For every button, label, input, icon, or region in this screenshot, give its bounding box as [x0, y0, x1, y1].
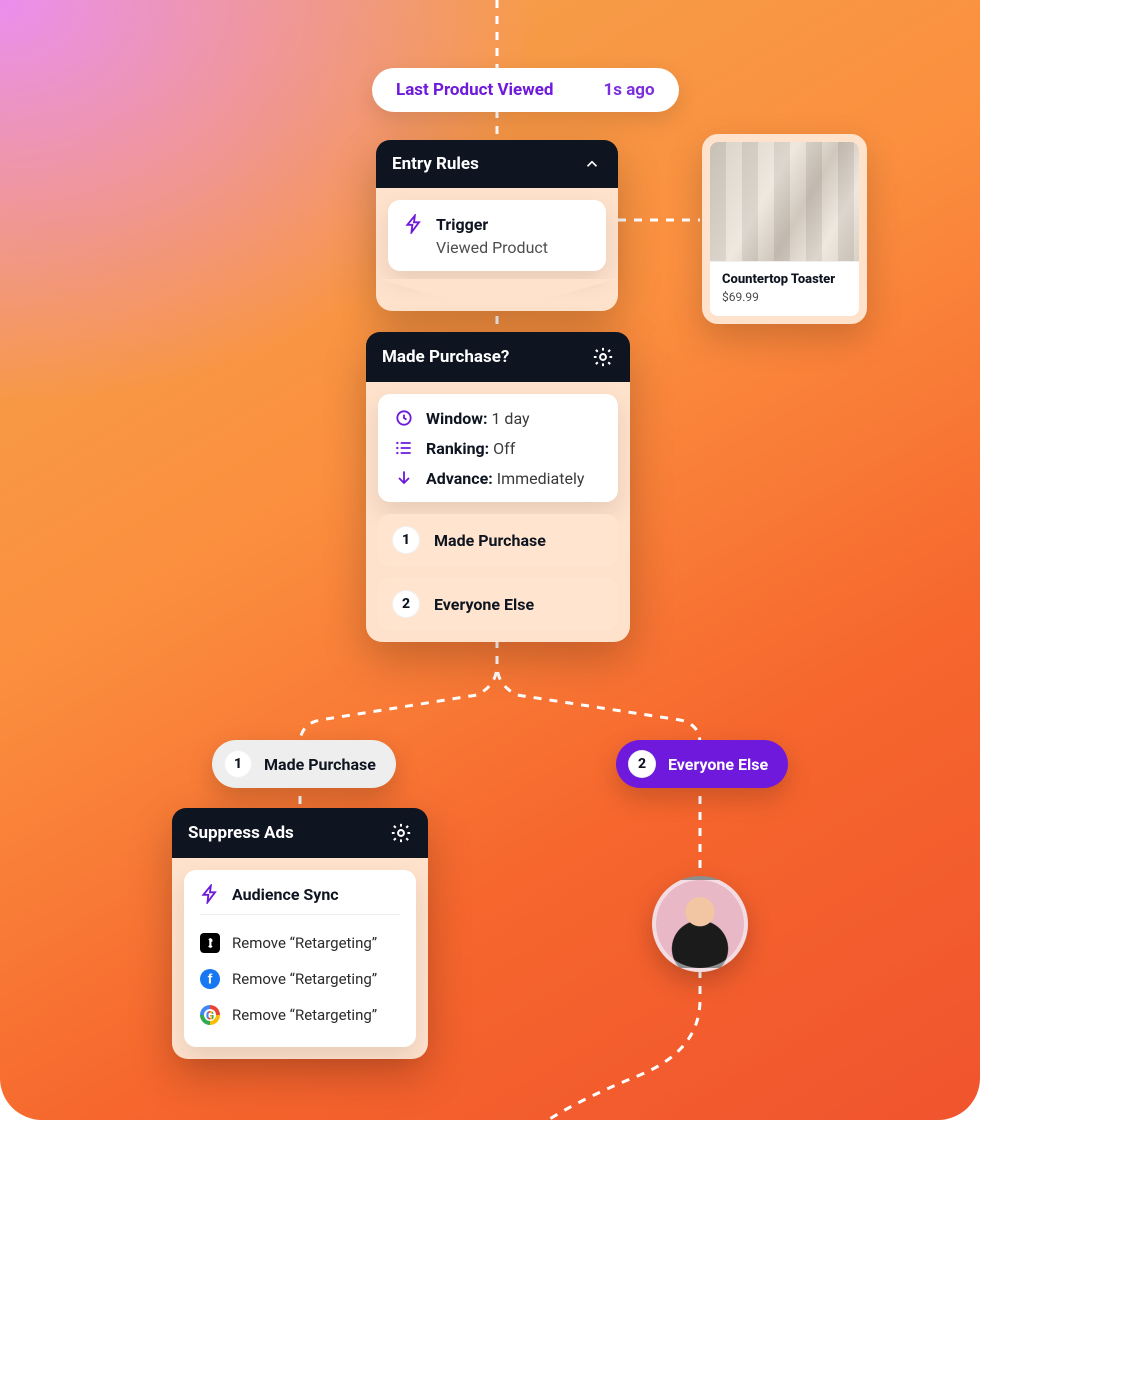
gear-icon[interactable]: [390, 822, 412, 844]
product-name: Countertop Toaster: [722, 272, 847, 287]
facebook-icon: [200, 969, 220, 989]
setting-label: Ranking:: [426, 439, 489, 458]
entry-rules-card[interactable]: Entry Rules Trigger Viewed Product: [376, 140, 618, 311]
event-pill: Last Product Viewed 1s ago: [372, 68, 679, 112]
setting-value: Immediately: [497, 469, 585, 488]
event-pill-title: Last Product Viewed: [396, 80, 553, 100]
funnel-tail: [376, 279, 618, 311]
product-card[interactable]: Countertop Toaster $69.99: [702, 134, 867, 324]
branch-chip-left[interactable]: 1 Made Purchase: [212, 740, 396, 788]
sync-text: Remove “Retargeting”: [232, 970, 377, 988]
branch-number: 2: [628, 750, 656, 778]
clock-icon: [394, 408, 414, 428]
divider: [200, 914, 400, 915]
setting-label: Advance:: [426, 469, 493, 488]
event-pill-meta: 1s ago: [603, 80, 654, 100]
tiktok-icon: [200, 933, 220, 953]
product-image: [710, 142, 859, 262]
decision-title: Made Purchase?: [382, 347, 509, 367]
sync-row: Remove “Retargeting”: [200, 925, 400, 961]
trigger-label: Trigger: [436, 215, 488, 234]
suppress-title: Suppress Ads: [188, 823, 294, 843]
arrow-down-icon: [394, 468, 414, 488]
option-number: 1: [392, 526, 420, 554]
branch-label: Everyone Else: [668, 755, 768, 774]
option-label: Everyone Else: [434, 595, 534, 614]
audience-sync-title: Audience Sync: [232, 885, 339, 904]
branch-label: Made Purchase: [264, 755, 376, 774]
suppress-header[interactable]: Suppress Ads: [172, 808, 428, 858]
product-price: $69.99: [722, 290, 847, 304]
bolt-icon: [404, 214, 424, 234]
bolt-icon: [200, 884, 220, 904]
workflow-canvas: Last Product Viewed 1s ago Entry Rules T…: [0, 0, 980, 1120]
sync-row: Remove “Retargeting”: [200, 997, 400, 1033]
setting-value: 1 day: [491, 409, 529, 428]
decision-header[interactable]: Made Purchase?: [366, 332, 630, 382]
sync-text: Remove “Retargeting”: [232, 934, 377, 952]
option-row[interactable]: 1 Made Purchase: [378, 514, 618, 566]
gear-icon[interactable]: [592, 346, 614, 368]
branch-chip-right[interactable]: 2 Everyone Else: [616, 740, 788, 788]
setting-label: Window:: [426, 409, 488, 428]
suppress-card[interactable]: Suppress Ads Audience Sync: [172, 808, 428, 1059]
option-number: 2: [392, 590, 420, 618]
sync-row: Remove “Retargeting”: [200, 961, 400, 997]
setting-value: Off: [493, 439, 515, 458]
list-icon: [394, 438, 414, 458]
google-icon: [200, 1005, 220, 1025]
decision-card[interactable]: Made Purchase? Window: 1 day: [366, 332, 630, 642]
trigger-value: Viewed Product: [436, 238, 590, 257]
entry-rules-title: Entry Rules: [392, 154, 479, 174]
sync-text: Remove “Retargeting”: [232, 1006, 377, 1024]
option-row[interactable]: 2 Everyone Else: [378, 578, 618, 630]
entry-rules-header[interactable]: Entry Rules: [376, 140, 618, 188]
option-label: Made Purchase: [434, 531, 546, 550]
branch-number: 1: [224, 750, 252, 778]
user-avatar: [652, 876, 748, 972]
chevron-up-icon[interactable]: [582, 154, 602, 174]
